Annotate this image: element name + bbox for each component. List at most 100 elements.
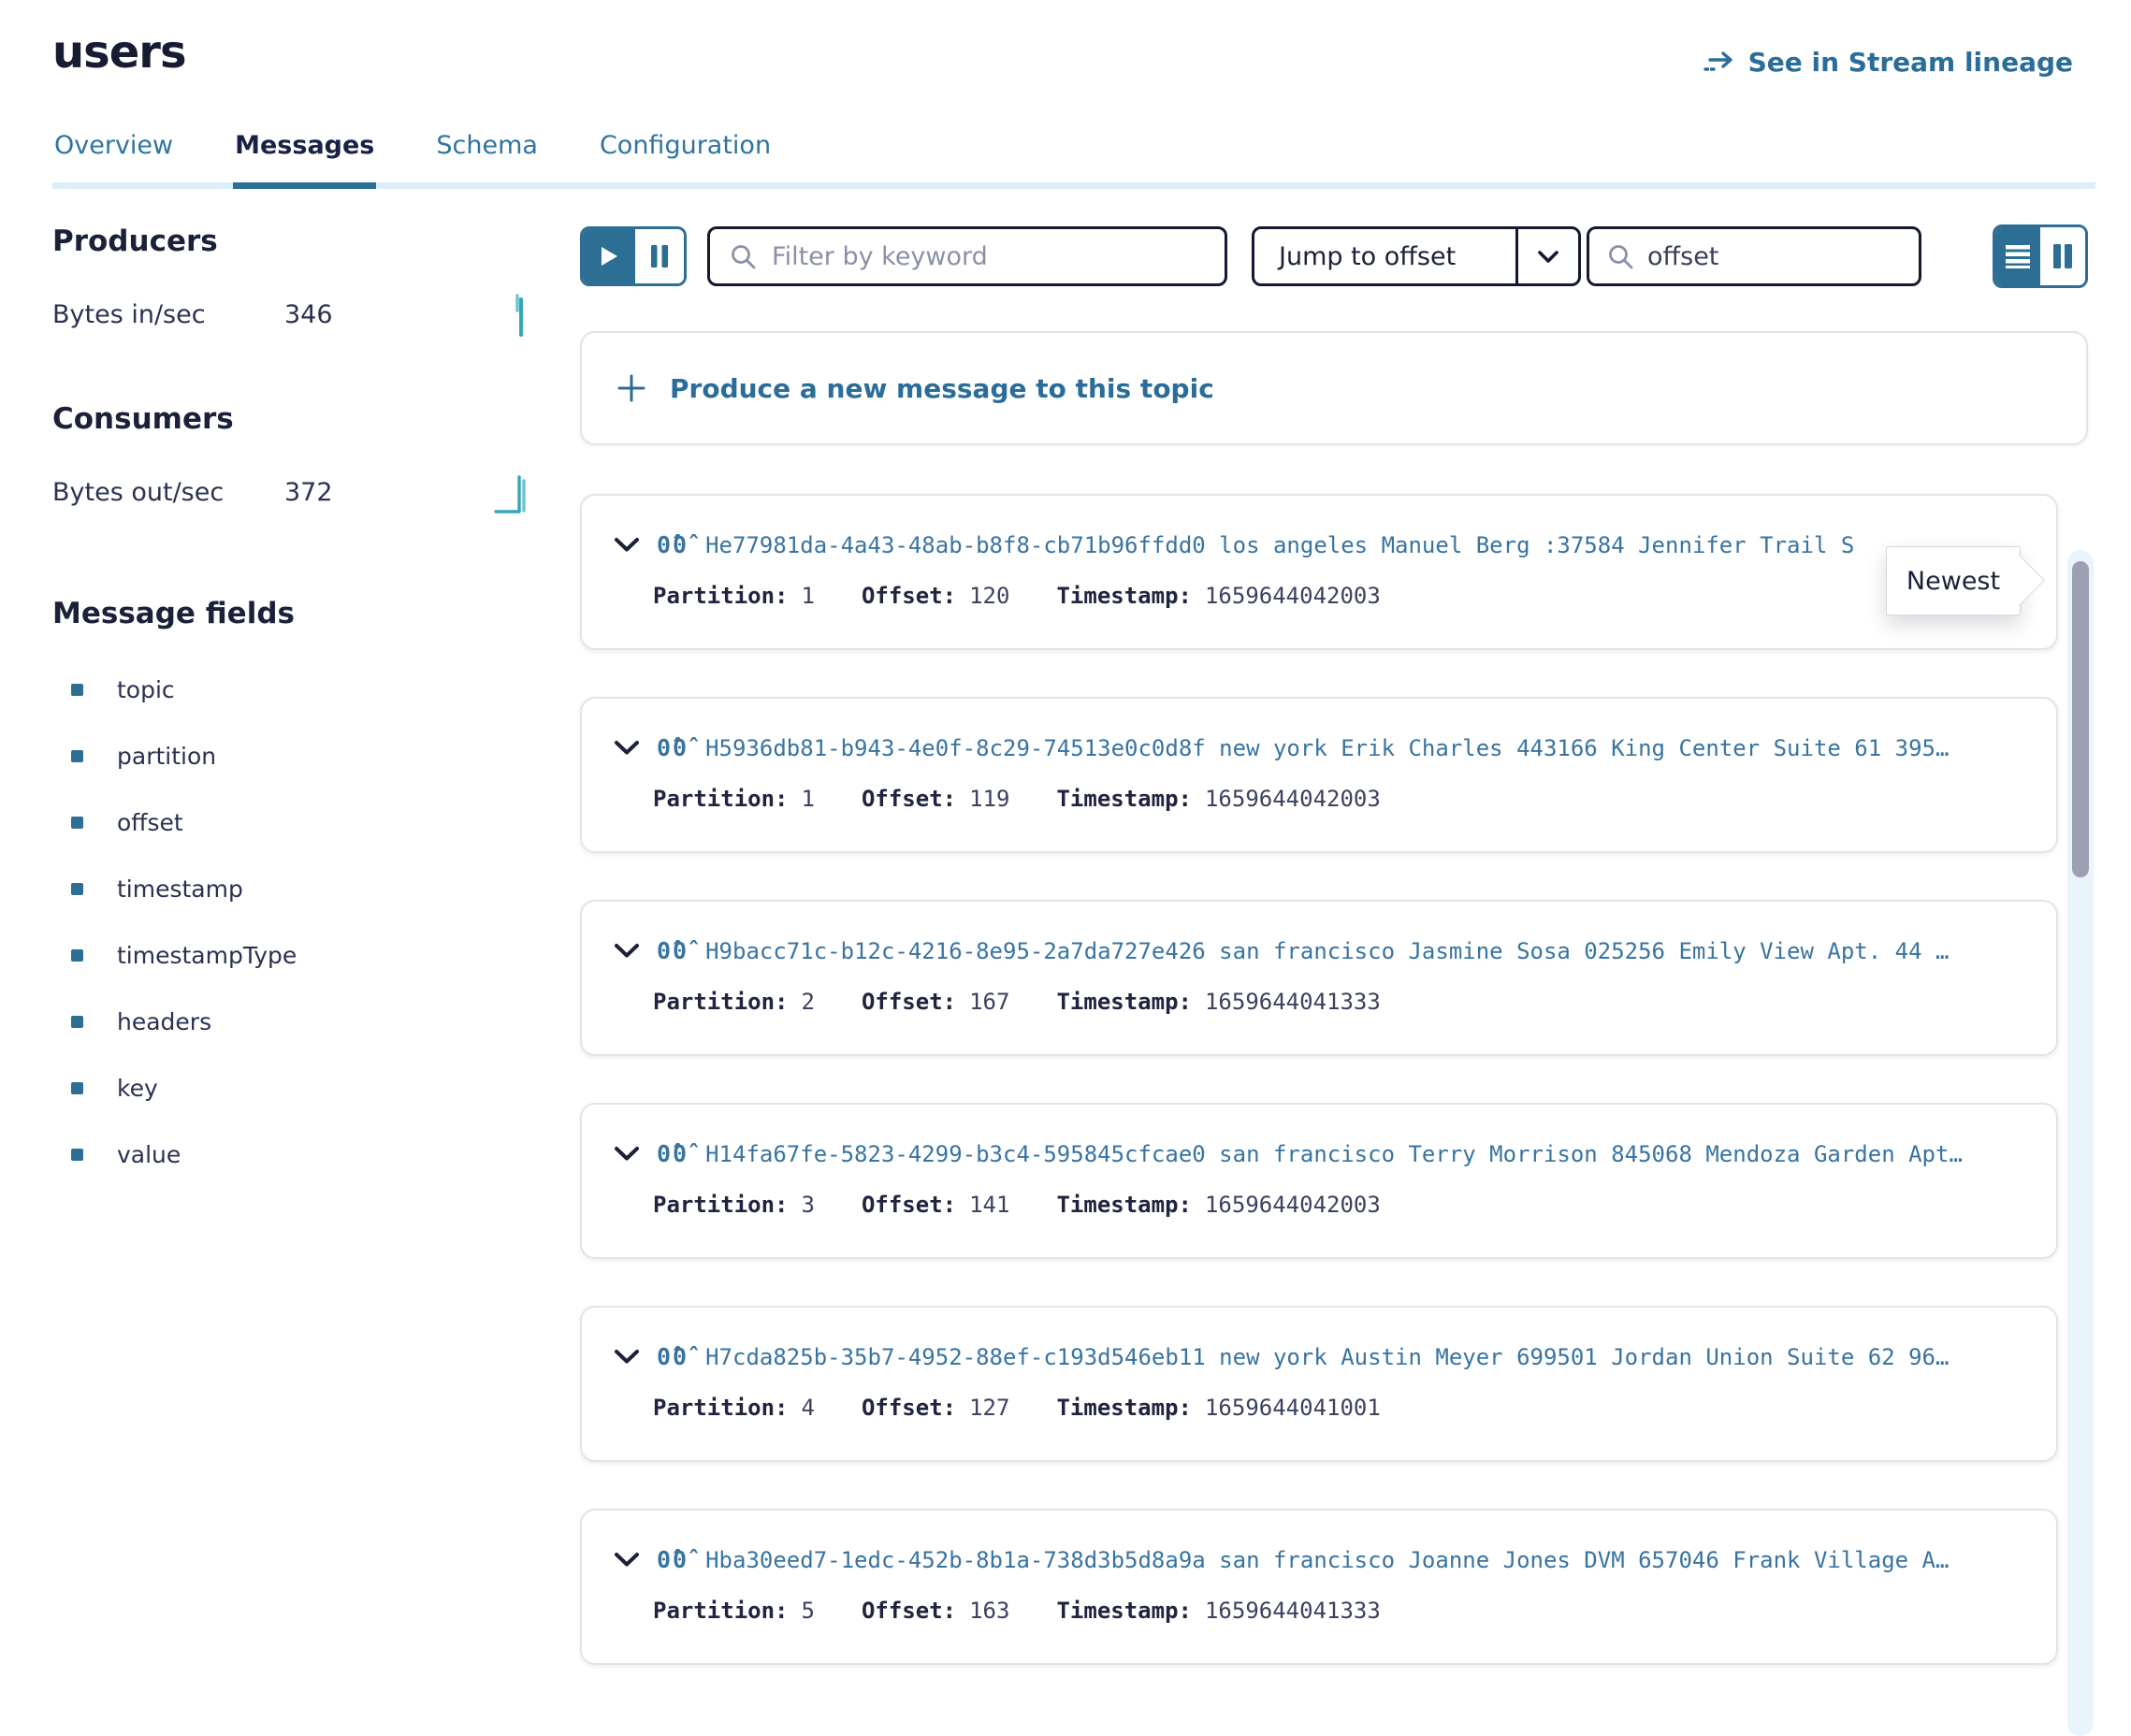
expand-chevron-icon[interactable] <box>614 1552 640 1568</box>
play-button[interactable] <box>583 229 635 283</box>
messages-panel: Jump to offset <box>580 224 2088 1665</box>
timestamp-value: 1659644041001 <box>1205 1395 1381 1421</box>
expand-chevron-icon[interactable] <box>614 1349 640 1365</box>
columns-view-button[interactable] <box>2040 227 2085 285</box>
message-meta: Partition:3 Offset:141 Timestamp:1659644… <box>653 1192 2030 1218</box>
square-bullet-icon <box>71 1149 83 1161</box>
message-value-preview: H7cda825b-35b7-4952-88ef-c193d546eb11 ne… <box>705 1344 1949 1370</box>
produce-message-button[interactable]: Produce a new message to this topic <box>580 331 2088 445</box>
timestamp-label: Timestamp: <box>1056 786 1192 812</box>
field-item-timestampType[interactable]: timestampType <box>52 922 548 989</box>
timestamp-label: Timestamp: <box>1056 583 1192 609</box>
partition-label: Partition: <box>653 989 789 1015</box>
square-bullet-icon <box>71 883 83 895</box>
pause-button[interactable] <box>635 229 684 283</box>
producers-sparkline <box>509 292 531 337</box>
offset-value: 167 <box>969 989 1009 1015</box>
offset-label: Offset: <box>862 1598 956 1624</box>
timestamp-value: 1659644042003 <box>1205 1192 1381 1218</box>
tab-schema[interactable]: Schema <box>434 131 540 182</box>
message-card[interactable]: 0̂0̂ H5936db81-b943-4e0f-8c29-74513e0c0d… <box>580 697 2058 853</box>
tab-configuration[interactable]: Configuration <box>598 131 773 182</box>
timestamp-value: 1659644042003 <box>1205 583 1381 609</box>
field-item-timestamp[interactable]: timestamp <box>52 856 548 922</box>
field-item-key[interactable]: key <box>52 1055 548 1121</box>
message-meta: Partition:1 Offset:120 Timestamp:1659644… <box>653 583 2030 609</box>
bytes-in-value: 346 <box>284 300 333 329</box>
filter-keyword-input[interactable] <box>770 241 1206 272</box>
message-fields-list: topic partition offset timestamp timesta… <box>52 657 548 1188</box>
partition-value: 2 <box>802 989 815 1015</box>
message-meta: Partition: 1 Offset: 119 Timestamp: 1659644… <box>653 786 2030 812</box>
messages-toolbar: Jump to offset <box>580 224 2088 288</box>
offset-label: Offset: <box>862 1192 956 1218</box>
expand-chevron-icon[interactable] <box>614 1146 640 1162</box>
message-card[interactable]: 0̂0̂ Hba30eed7-1edc-452b-8b1a-738d3b5d8a… <box>580 1509 2058 1665</box>
expand-chevron-icon[interactable] <box>614 943 640 959</box>
consumers-metric-row: Bytes out/sec 372 <box>52 466 548 518</box>
stream-lineage-icon <box>1703 49 1735 77</box>
search-icon <box>1606 242 1634 270</box>
offset-label: Offset: <box>862 1395 956 1421</box>
partition-label: Partition: <box>653 786 789 812</box>
partition-value: 5 <box>802 1598 815 1624</box>
partition-label: Partition: <box>653 583 789 609</box>
pause-icon <box>650 244 669 268</box>
tab-messages[interactable]: Messages <box>233 131 376 189</box>
message-card[interactable]: 0̂0̂ H7cda825b-35b7-4952-88ef-c193d546eb… <box>580 1306 2058 1462</box>
columns-view-icon <box>2051 243 2074 269</box>
field-item-headers[interactable]: headers <box>52 989 548 1055</box>
offset-search-box <box>1587 226 1921 286</box>
produce-message-label: Produce a new message to this topic <box>670 373 1214 404</box>
message-value-preview: H5936db81-b943-4e0f-8c29-74513e0c0d8f ne… <box>705 735 1949 761</box>
square-bullet-icon <box>71 1082 83 1094</box>
bytes-out-label: Bytes out/sec <box>52 478 284 507</box>
list-view-button[interactable] <box>1995 227 2040 285</box>
timestamp-value: 1659644042003 <box>1205 786 1381 812</box>
partition-value: 1 <box>802 786 815 812</box>
message-list-scrollbar[interactable] <box>2067 550 2094 1736</box>
square-bullet-icon <box>71 684 83 696</box>
expand-chevron-icon[interactable] <box>614 740 640 756</box>
field-item-topic[interactable]: topic <box>52 657 548 723</box>
message-card[interactable]: 0̂0̂ H14fa67fe-5823-4299-b3c4-595845cfca… <box>580 1103 2058 1259</box>
message-meta: Partition:2 Offset:167 Timestamp:1659644… <box>653 989 2030 1015</box>
field-item-offset[interactable]: offset <box>52 789 548 856</box>
partition-label: Partition: <box>653 1395 789 1421</box>
square-bullet-icon <box>71 949 83 962</box>
message-meta: Partition:4 Offset:127 Timestamp:1659644… <box>653 1395 2030 1421</box>
scrollbar-thumb[interactable] <box>2072 561 2089 877</box>
page-title: users <box>52 26 186 79</box>
field-item-value[interactable]: value <box>52 1121 548 1188</box>
message-key: 0̂0̂ <box>657 1546 689 1573</box>
producers-metric-row: Bytes in/sec 346 <box>52 288 548 340</box>
consumers-sparkline <box>494 470 531 514</box>
newest-tooltip: Newest <box>1886 546 2021 615</box>
offset-label: Offset: <box>862 989 956 1015</box>
search-icon <box>729 242 757 270</box>
square-bullet-icon <box>71 750 83 762</box>
jump-to-offset-select[interactable]: Jump to offset <box>1252 226 1581 286</box>
offset-value: 127 <box>969 1395 1009 1421</box>
offset-value: 119 <box>969 786 1009 812</box>
stream-lineage-link[interactable]: See in Stream lineage <box>1703 47 2073 78</box>
offset-label: Offset: <box>862 786 956 812</box>
tab-overview[interactable]: Overview <box>52 131 175 182</box>
field-item-partition[interactable]: partition <box>52 723 548 789</box>
message-card[interactable]: 0̂0̂ He77981da-4a43-48ab-b8f8-cb71b96ffd… <box>580 494 2058 650</box>
partition-label: Partition: <box>653 1192 789 1218</box>
timestamp-label: Timestamp: <box>1056 1598 1192 1624</box>
message-value-preview: H9bacc71c-b12c-4216-8e95-2a7da727e426 sa… <box>705 938 1949 964</box>
expand-chevron-icon[interactable] <box>614 537 640 553</box>
stream-lineage-label: See in Stream lineage <box>1748 47 2073 78</box>
consumers-heading: Consumers <box>52 402 548 436</box>
producers-heading: Producers <box>52 224 548 258</box>
partition-label: Partition: <box>653 1598 789 1624</box>
message-key: 0̂0̂ <box>657 734 689 761</box>
bytes-out-value: 372 <box>284 478 333 507</box>
offset-search-input[interactable] <box>1645 241 1902 272</box>
view-mode-toggle <box>1993 224 2088 288</box>
timestamp-label: Timestamp: <box>1056 1192 1192 1218</box>
message-card[interactable]: 0̂0̂ H9bacc71c-b12c-4216-8e95-2a7da727e4… <box>580 900 2058 1056</box>
filter-search-box <box>707 226 1227 286</box>
